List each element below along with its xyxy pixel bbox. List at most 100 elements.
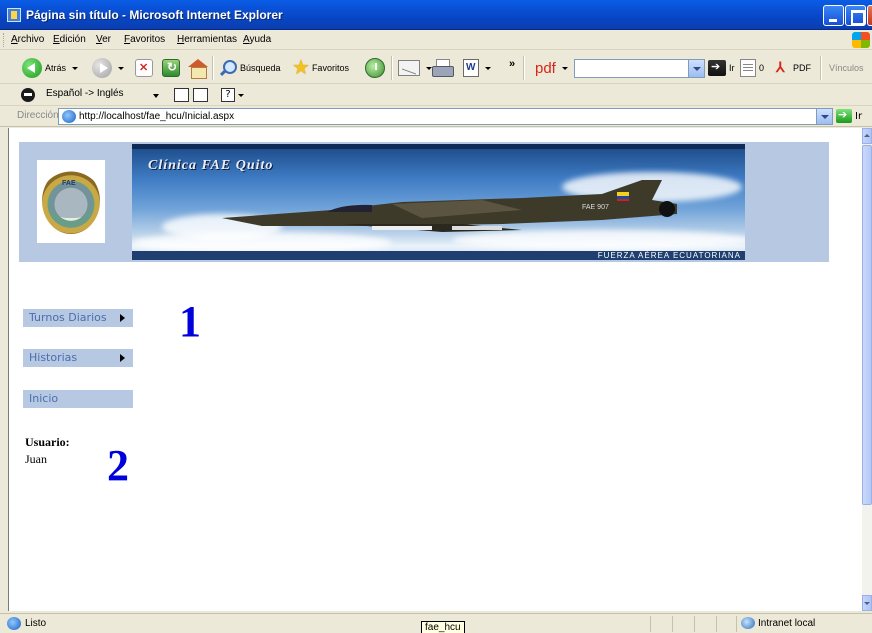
fae-logo: FAE [37, 160, 105, 243]
status-text: Listo [25, 618, 47, 629]
scroll-thumb[interactable] [862, 145, 872, 505]
address-go-label: Ir [855, 110, 863, 122]
address-input[interactable]: http://localhost/fae_hcu/Inicial.aspx [58, 108, 833, 125]
pdf-menu[interactable]: pdf [535, 57, 568, 79]
menu-edicion[interactable]: Edición [53, 34, 86, 45]
nav-item-historias[interactable]: Historias [23, 349, 133, 367]
mail-icon [398, 60, 420, 76]
user-name: Juan [25, 452, 47, 466]
go-arrow-icon [836, 108, 852, 123]
language-dropdown-icon [153, 94, 159, 98]
page-status-icon [7, 617, 21, 630]
nav-item-label: Inicio [29, 392, 59, 405]
vertical-scrollbar[interactable] [862, 128, 872, 611]
pdf-combo-dropdown-icon[interactable] [688, 60, 704, 77]
menu-bar: Archivo Edición Ver Favoritos Herramient… [0, 30, 872, 50]
tail-number: FAE 907 [582, 204, 609, 211]
status-pane [736, 616, 737, 632]
search-button[interactable]: Búsqueda [219, 57, 281, 79]
nav-item-label: Turnos Diarios [29, 311, 107, 324]
language-pair-value: Español -> Inglés [46, 88, 124, 99]
history-button[interactable] [365, 57, 385, 79]
submenu-arrow-icon [120, 354, 125, 362]
toolbar-chevron[interactable]: » [509, 53, 515, 75]
scroll-down-arrow-icon[interactable] [862, 595, 872, 611]
nav-item-label: Historias [29, 351, 78, 364]
count-label: 0 [759, 63, 765, 73]
menu-archivo[interactable]: Archivo [11, 34, 44, 45]
pdf-go-button[interactable]: Ir [708, 57, 735, 79]
intranet-zone-icon [741, 617, 755, 629]
stop-icon [135, 59, 153, 77]
back-dropdown-icon[interactable] [72, 66, 79, 70]
toolbar-separator [523, 56, 525, 80]
links-toolbar[interactable]: Vínculos [829, 57, 864, 79]
minimize-button[interactable] [823, 5, 844, 26]
security-zone-label: Intranet local [758, 618, 816, 629]
menu-ver[interactable]: Ver [96, 34, 111, 45]
banner-title: Clínica FAE Quito [148, 158, 274, 173]
logo-text: FAE [62, 180, 76, 187]
menu-herramientas[interactable]: Herramientas [177, 34, 237, 45]
toolbar-grip [3, 33, 6, 47]
language-pair-select[interactable]: Español -> Inglés [43, 87, 163, 103]
address-go-button[interactable]: Ir [836, 108, 863, 123]
maximize-button[interactable] [845, 5, 866, 26]
address-dropdown-icon[interactable] [816, 109, 832, 124]
help-dropdown-icon[interactable] [238, 94, 244, 97]
print-icon [432, 59, 454, 77]
go-arrow-icon [708, 60, 726, 76]
title-bar: Página sin título - Microsoft Internet E… [0, 0, 872, 30]
home-icon [188, 59, 208, 79]
forward-dropdown-icon[interactable] [118, 66, 124, 70]
favorites-button[interactable]: ★ Favoritos [292, 57, 349, 79]
jet-banner-image: Clínica FAE Quito FAE 907 FUERZA AÉREA E… [132, 144, 745, 260]
page-icon [62, 110, 76, 123]
document-icon [740, 59, 756, 77]
user-label: Usuario: [25, 435, 70, 449]
refresh-icon [162, 59, 180, 77]
word-dropdown-icon[interactable] [485, 66, 491, 70]
back-arrow-icon [22, 58, 42, 78]
menu-ayuda[interactable]: Ayuda [243, 34, 271, 45]
word-button[interactable] [463, 57, 491, 79]
pdf-url-combo[interactable] [574, 59, 705, 78]
pdf-export-label: PDF [793, 63, 811, 73]
refresh-button[interactable] [162, 57, 180, 79]
toolbar-separator [391, 56, 393, 80]
search-icon [219, 59, 237, 77]
word-icon [463, 59, 479, 77]
print-button[interactable] [432, 57, 454, 79]
pdf-dropdown-icon[interactable] [561, 66, 568, 70]
forward-arrow-icon [92, 58, 112, 78]
scroll-up-arrow-icon[interactable] [862, 128, 872, 144]
pdf-export-button[interactable]: PDF [774, 57, 811, 79]
dictionary-icon[interactable] [174, 88, 189, 102]
pdf-go-label: Ir [729, 63, 735, 73]
banner-subtitle: FUERZA AÉREA ECUATORIANA [597, 251, 741, 260]
translate-page-icon[interactable] [193, 88, 208, 102]
submenu-arrow-icon [120, 314, 125, 322]
forward-button[interactable] [92, 57, 124, 79]
status-pane [650, 616, 651, 632]
fae-emblem-icon: FAE [42, 168, 100, 234]
stop-button[interactable] [135, 57, 153, 79]
help-icon[interactable]: ? [221, 88, 235, 102]
address-url: http://localhost/fae_hcu/Inicial.aspx [79, 111, 235, 122]
status-pane [672, 616, 673, 632]
nav-item-inicio[interactable]: Inicio [23, 390, 133, 408]
standard-toolbar: Atrás Búsqueda ★ Favoritos » pdf Ir [0, 51, 872, 84]
menu-favoritos[interactable]: Favoritos [124, 34, 165, 45]
window-title: Página sin título - Microsoft Internet E… [26, 8, 283, 22]
close-button[interactable] [867, 5, 872, 26]
back-button[interactable]: Atrás [22, 57, 79, 79]
favorites-label: Favoritos [311, 63, 349, 73]
nav-item-turnos-diarios[interactable]: Turnos Diarios [23, 309, 133, 327]
mail-button[interactable] [398, 57, 432, 79]
count-button[interactable]: 0 [740, 57, 764, 79]
status-pane [694, 616, 695, 632]
translate-icon[interactable] [21, 88, 35, 102]
toolbar-separator [820, 56, 822, 80]
home-button[interactable] [188, 57, 208, 79]
back-label: Atrás [45, 63, 67, 73]
